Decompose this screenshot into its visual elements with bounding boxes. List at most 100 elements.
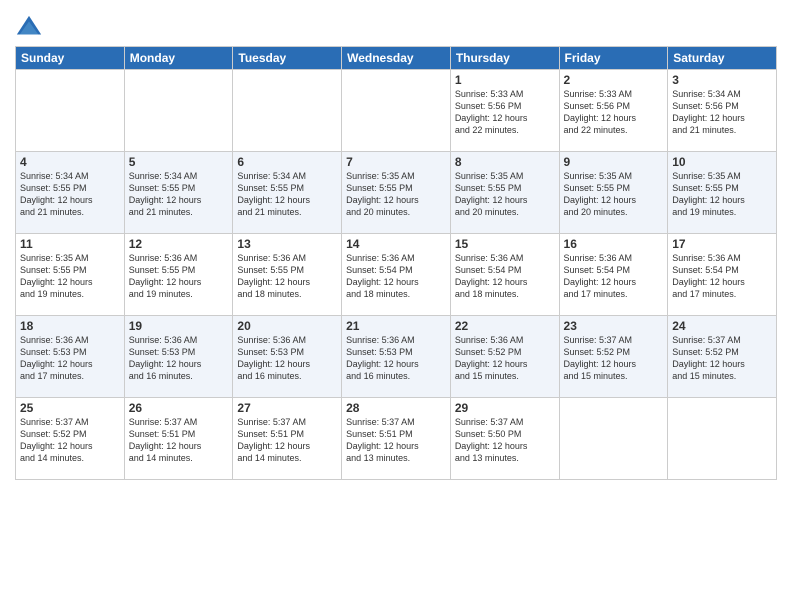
page: SundayMondayTuesdayWednesdayThursdayFrid… xyxy=(0,0,792,612)
cell-day-number: 4 xyxy=(20,155,120,169)
cell-day-number: 9 xyxy=(564,155,664,169)
calendar-cell: 20Sunrise: 5:36 AM Sunset: 5:53 PM Dayli… xyxy=(233,316,342,398)
calendar-cell: 18Sunrise: 5:36 AM Sunset: 5:53 PM Dayli… xyxy=(16,316,125,398)
cell-info: Sunrise: 5:33 AM Sunset: 5:56 PM Dayligh… xyxy=(564,88,664,137)
col-header-wednesday: Wednesday xyxy=(342,47,451,70)
cell-info: Sunrise: 5:33 AM Sunset: 5:56 PM Dayligh… xyxy=(455,88,555,137)
cell-info: Sunrise: 5:37 AM Sunset: 5:50 PM Dayligh… xyxy=(455,416,555,465)
calendar-cell: 25Sunrise: 5:37 AM Sunset: 5:52 PM Dayli… xyxy=(16,398,125,480)
col-header-saturday: Saturday xyxy=(668,47,777,70)
calendar-week-3: 18Sunrise: 5:36 AM Sunset: 5:53 PM Dayli… xyxy=(16,316,777,398)
calendar-cell: 9Sunrise: 5:35 AM Sunset: 5:55 PM Daylig… xyxy=(559,152,668,234)
cell-info: Sunrise: 5:35 AM Sunset: 5:55 PM Dayligh… xyxy=(564,170,664,219)
col-header-thursday: Thursday xyxy=(450,47,559,70)
calendar-cell: 29Sunrise: 5:37 AM Sunset: 5:50 PM Dayli… xyxy=(450,398,559,480)
calendar-cell: 1Sunrise: 5:33 AM Sunset: 5:56 PM Daylig… xyxy=(450,70,559,152)
calendar-cell xyxy=(233,70,342,152)
cell-info: Sunrise: 5:36 AM Sunset: 5:55 PM Dayligh… xyxy=(237,252,337,301)
cell-day-number: 24 xyxy=(672,319,772,333)
cell-info: Sunrise: 5:35 AM Sunset: 5:55 PM Dayligh… xyxy=(672,170,772,219)
col-header-tuesday: Tuesday xyxy=(233,47,342,70)
logo xyxy=(15,14,45,42)
calendar-cell: 5Sunrise: 5:34 AM Sunset: 5:55 PM Daylig… xyxy=(124,152,233,234)
calendar-header-row: SundayMondayTuesdayWednesdayThursdayFrid… xyxy=(16,47,777,70)
cell-info: Sunrise: 5:36 AM Sunset: 5:54 PM Dayligh… xyxy=(346,252,446,301)
cell-info: Sunrise: 5:35 AM Sunset: 5:55 PM Dayligh… xyxy=(455,170,555,219)
calendar-cell: 4Sunrise: 5:34 AM Sunset: 5:55 PM Daylig… xyxy=(16,152,125,234)
cell-day-number: 27 xyxy=(237,401,337,415)
calendar-cell: 28Sunrise: 5:37 AM Sunset: 5:51 PM Dayli… xyxy=(342,398,451,480)
logo-icon xyxy=(15,14,43,42)
cell-info: Sunrise: 5:34 AM Sunset: 5:55 PM Dayligh… xyxy=(20,170,120,219)
calendar-cell xyxy=(342,70,451,152)
calendar-cell: 13Sunrise: 5:36 AM Sunset: 5:55 PM Dayli… xyxy=(233,234,342,316)
cell-day-number: 1 xyxy=(455,73,555,87)
calendar-cell: 10Sunrise: 5:35 AM Sunset: 5:55 PM Dayli… xyxy=(668,152,777,234)
calendar-cell: 6Sunrise: 5:34 AM Sunset: 5:55 PM Daylig… xyxy=(233,152,342,234)
cell-day-number: 8 xyxy=(455,155,555,169)
cell-day-number: 2 xyxy=(564,73,664,87)
calendar-cell: 3Sunrise: 5:34 AM Sunset: 5:56 PM Daylig… xyxy=(668,70,777,152)
calendar-cell: 17Sunrise: 5:36 AM Sunset: 5:54 PM Dayli… xyxy=(668,234,777,316)
calendar-cell: 24Sunrise: 5:37 AM Sunset: 5:52 PM Dayli… xyxy=(668,316,777,398)
calendar-cell: 27Sunrise: 5:37 AM Sunset: 5:51 PM Dayli… xyxy=(233,398,342,480)
cell-day-number: 17 xyxy=(672,237,772,251)
calendar-cell: 21Sunrise: 5:36 AM Sunset: 5:53 PM Dayli… xyxy=(342,316,451,398)
calendar-cell xyxy=(559,398,668,480)
cell-day-number: 12 xyxy=(129,237,229,251)
calendar-cell xyxy=(124,70,233,152)
cell-info: Sunrise: 5:36 AM Sunset: 5:53 PM Dayligh… xyxy=(237,334,337,383)
cell-info: Sunrise: 5:37 AM Sunset: 5:51 PM Dayligh… xyxy=(237,416,337,465)
calendar-cell: 12Sunrise: 5:36 AM Sunset: 5:55 PM Dayli… xyxy=(124,234,233,316)
calendar-week-0: 1Sunrise: 5:33 AM Sunset: 5:56 PM Daylig… xyxy=(16,70,777,152)
cell-info: Sunrise: 5:36 AM Sunset: 5:53 PM Dayligh… xyxy=(20,334,120,383)
calendar-cell: 16Sunrise: 5:36 AM Sunset: 5:54 PM Dayli… xyxy=(559,234,668,316)
cell-info: Sunrise: 5:36 AM Sunset: 5:55 PM Dayligh… xyxy=(129,252,229,301)
col-header-monday: Monday xyxy=(124,47,233,70)
cell-day-number: 11 xyxy=(20,237,120,251)
calendar-week-1: 4Sunrise: 5:34 AM Sunset: 5:55 PM Daylig… xyxy=(16,152,777,234)
calendar-cell: 15Sunrise: 5:36 AM Sunset: 5:54 PM Dayli… xyxy=(450,234,559,316)
calendar-cell: 11Sunrise: 5:35 AM Sunset: 5:55 PM Dayli… xyxy=(16,234,125,316)
cell-info: Sunrise: 5:37 AM Sunset: 5:52 PM Dayligh… xyxy=(564,334,664,383)
calendar-cell: 8Sunrise: 5:35 AM Sunset: 5:55 PM Daylig… xyxy=(450,152,559,234)
cell-day-number: 13 xyxy=(237,237,337,251)
cell-day-number: 20 xyxy=(237,319,337,333)
cell-info: Sunrise: 5:34 AM Sunset: 5:56 PM Dayligh… xyxy=(672,88,772,137)
cell-day-number: 23 xyxy=(564,319,664,333)
cell-info: Sunrise: 5:36 AM Sunset: 5:53 PM Dayligh… xyxy=(346,334,446,383)
calendar-cell: 19Sunrise: 5:36 AM Sunset: 5:53 PM Dayli… xyxy=(124,316,233,398)
cell-info: Sunrise: 5:36 AM Sunset: 5:52 PM Dayligh… xyxy=(455,334,555,383)
calendar-week-2: 11Sunrise: 5:35 AM Sunset: 5:55 PM Dayli… xyxy=(16,234,777,316)
cell-day-number: 25 xyxy=(20,401,120,415)
cell-info: Sunrise: 5:37 AM Sunset: 5:52 PM Dayligh… xyxy=(20,416,120,465)
calendar-cell: 7Sunrise: 5:35 AM Sunset: 5:55 PM Daylig… xyxy=(342,152,451,234)
calendar-cell: 22Sunrise: 5:36 AM Sunset: 5:52 PM Dayli… xyxy=(450,316,559,398)
cell-day-number: 14 xyxy=(346,237,446,251)
cell-day-number: 10 xyxy=(672,155,772,169)
calendar-table: SundayMondayTuesdayWednesdayThursdayFrid… xyxy=(15,46,777,480)
cell-info: Sunrise: 5:35 AM Sunset: 5:55 PM Dayligh… xyxy=(346,170,446,219)
cell-info: Sunrise: 5:36 AM Sunset: 5:54 PM Dayligh… xyxy=(564,252,664,301)
header xyxy=(15,10,777,42)
cell-day-number: 18 xyxy=(20,319,120,333)
cell-info: Sunrise: 5:34 AM Sunset: 5:55 PM Dayligh… xyxy=(129,170,229,219)
cell-day-number: 21 xyxy=(346,319,446,333)
cell-info: Sunrise: 5:34 AM Sunset: 5:55 PM Dayligh… xyxy=(237,170,337,219)
cell-info: Sunrise: 5:35 AM Sunset: 5:55 PM Dayligh… xyxy=(20,252,120,301)
calendar-cell: 26Sunrise: 5:37 AM Sunset: 5:51 PM Dayli… xyxy=(124,398,233,480)
cell-info: Sunrise: 5:37 AM Sunset: 5:51 PM Dayligh… xyxy=(129,416,229,465)
calendar-cell: 14Sunrise: 5:36 AM Sunset: 5:54 PM Dayli… xyxy=(342,234,451,316)
cell-day-number: 26 xyxy=(129,401,229,415)
cell-day-number: 3 xyxy=(672,73,772,87)
calendar-cell xyxy=(668,398,777,480)
cell-day-number: 7 xyxy=(346,155,446,169)
calendar-week-4: 25Sunrise: 5:37 AM Sunset: 5:52 PM Dayli… xyxy=(16,398,777,480)
cell-day-number: 19 xyxy=(129,319,229,333)
cell-day-number: 5 xyxy=(129,155,229,169)
cell-info: Sunrise: 5:37 AM Sunset: 5:52 PM Dayligh… xyxy=(672,334,772,383)
cell-day-number: 16 xyxy=(564,237,664,251)
cell-day-number: 15 xyxy=(455,237,555,251)
col-header-friday: Friday xyxy=(559,47,668,70)
calendar-cell xyxy=(16,70,125,152)
